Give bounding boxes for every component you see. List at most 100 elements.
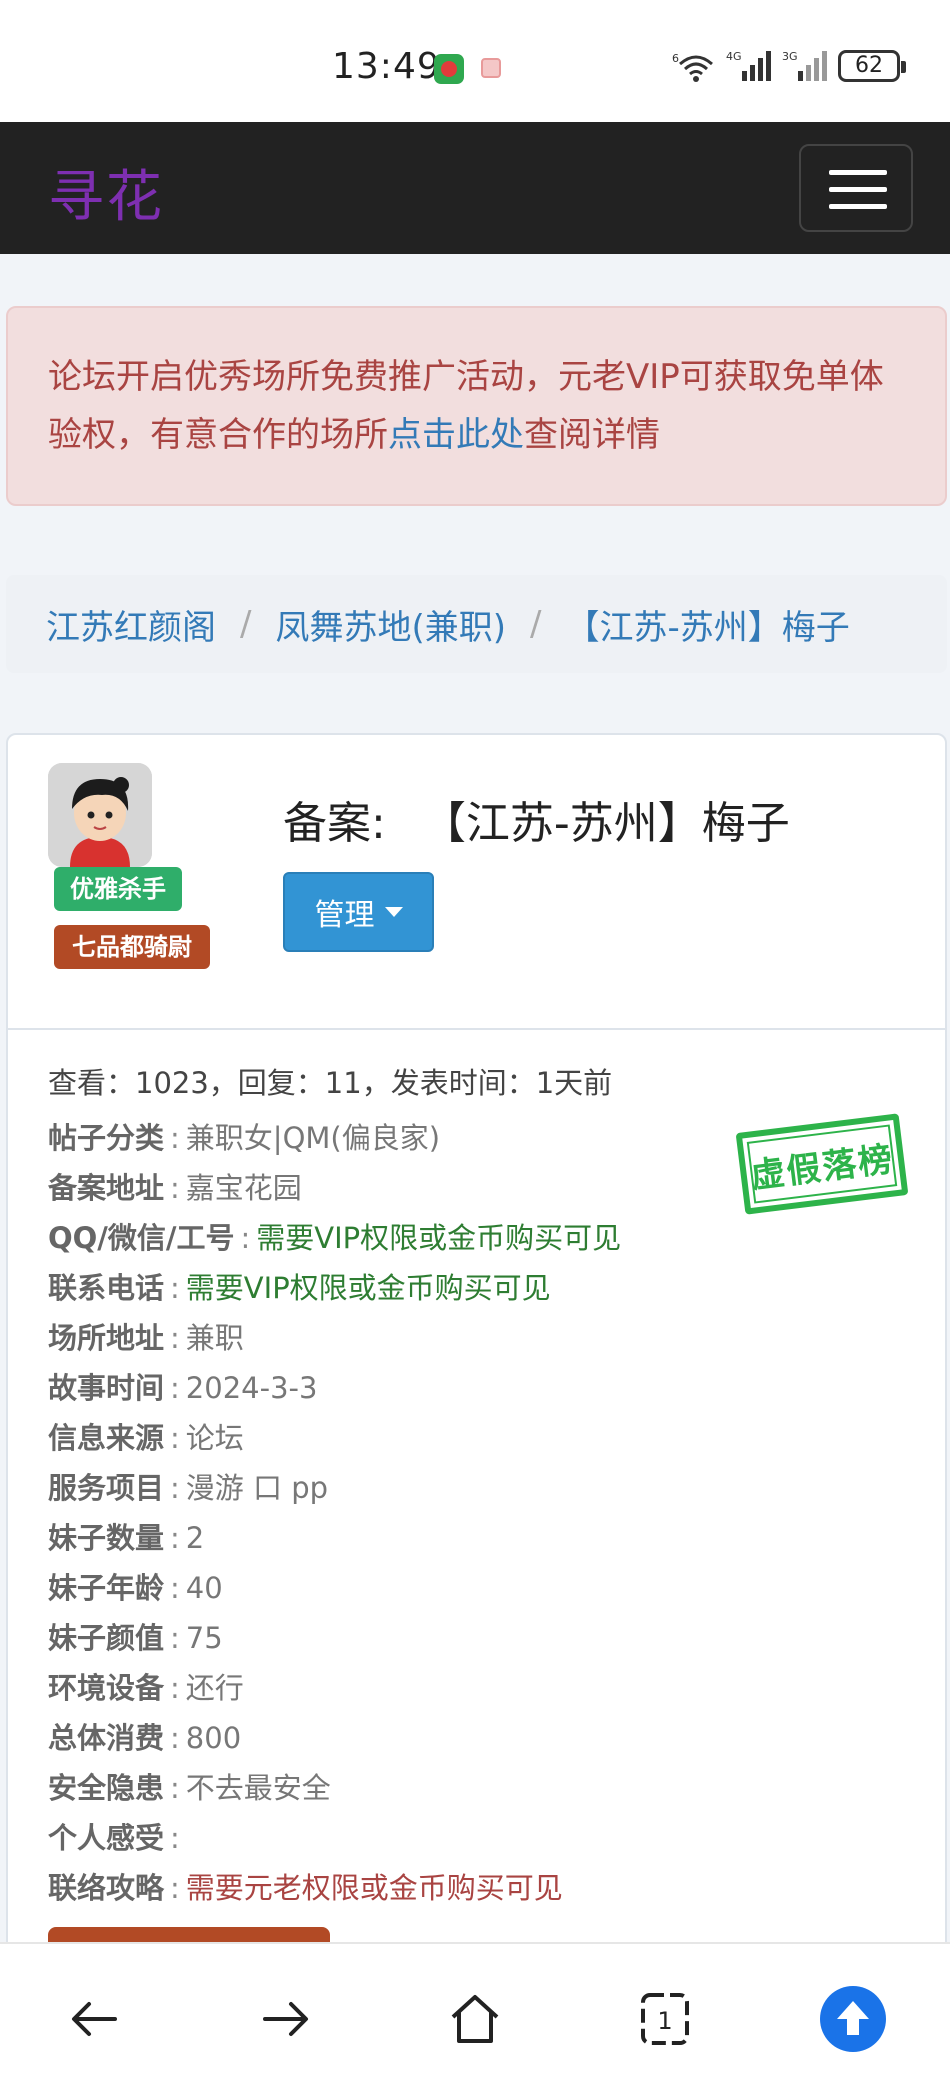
post-header: 优雅杀手 七品都骑尉 备案: 【江苏-苏州】梅子 管理: [8, 735, 945, 1030]
field-key: 场所地址: [48, 1321, 165, 1355]
post-field-row: 总体消费:800: [48, 1713, 908, 1763]
post-field-row: 故事时间:2024-3-3: [48, 1363, 908, 1413]
post-field-row: 服务项目: 漫游 口 pp: [48, 1463, 908, 1513]
post-panel: 优雅杀手 七品都骑尉 备案: 【江苏-苏州】梅子 管理 虚假落榜 查看：1023，…: [6, 733, 947, 2090]
post-field-row: QQ/微信/工号: 需要VIP权限或金币购买可见: [48, 1213, 908, 1263]
hamburger-icon: [829, 170, 887, 175]
field-value: 兼职: [185, 1321, 244, 1355]
field-value: 75: [185, 1621, 223, 1655]
status-indicators: 6 4G 3G 62: [672, 46, 906, 86]
field-separator: :: [170, 1271, 180, 1305]
scroll-top-icon: [837, 2001, 869, 2035]
field-separator: :: [170, 1471, 180, 1505]
field-value: 兼职女|QM(偏良家): [185, 1121, 441, 1155]
field-key: 总体消费: [48, 1721, 165, 1755]
alert-link[interactable]: 点击此处: [388, 415, 524, 455]
field-key: 妹子年龄: [48, 1571, 165, 1605]
caret-down-icon: [384, 907, 403, 917]
field-key: 环境设备: [48, 1671, 165, 1705]
field-key: 安全隐患: [48, 1771, 165, 1805]
navbar: 寻花: [0, 122, 950, 254]
browser-bottom-bar: 1: [0, 1942, 950, 2090]
field-value: 不去最安全: [185, 1771, 331, 1805]
title-label: 备案:: [283, 798, 386, 849]
back-button[interactable]: [60, 1984, 130, 2054]
scroll-top-button[interactable]: [820, 1986, 886, 2052]
field-separator: :: [170, 1671, 180, 1705]
field-key: 联络攻略: [48, 1871, 165, 1905]
field-value: 还行: [185, 1671, 244, 1705]
field-separator: :: [170, 1871, 180, 1905]
post-field-row: 妹子颜值:75: [48, 1613, 908, 1663]
post-field-row: 妹子年龄:40: [48, 1563, 908, 1613]
post-stats: 查看：1023，回复：11，发表时间：1天前: [48, 1066, 613, 1100]
forward-button[interactable]: [250, 1984, 320, 2054]
breadcrumb: 江苏红颜阁 / 凤舞苏地(兼职) / 【江苏-苏州】梅子: [6, 575, 947, 673]
field-key: 妹子数量: [48, 1521, 165, 1555]
app-notification-icon-2: [481, 58, 501, 78]
user-title-badge: 优雅杀手: [54, 867, 182, 911]
field-separator: :: [170, 1171, 180, 1205]
menu-toggle-button[interactable]: [799, 144, 913, 232]
field-key: 帖子分类: [48, 1121, 165, 1155]
svg-text:6: 6: [672, 52, 679, 65]
site-logo[interactable]: 寻花: [48, 152, 164, 233]
field-key: 备案地址: [48, 1171, 165, 1205]
post-field-row: 个人感受:: [48, 1813, 908, 1863]
page-title: 备案: 【江苏-苏州】梅子: [283, 787, 790, 851]
field-separator: :: [170, 1521, 180, 1555]
field-separator: :: [170, 1371, 180, 1405]
manage-dropdown-button[interactable]: 管理: [283, 872, 434, 952]
field-separator: :: [170, 1571, 180, 1605]
field-separator: :: [170, 1621, 180, 1655]
breadcrumb-separator: /: [240, 604, 252, 644]
post-field-row: 联络攻略: 需要元老权限或金币购买可见: [48, 1863, 908, 1913]
field-separator: :: [170, 1121, 180, 1155]
avatar[interactable]: [48, 763, 152, 867]
breadcrumb-item-forum[interactable]: 江苏红颜阁: [46, 600, 216, 649]
alert-text-after: 查阅详情: [524, 415, 660, 455]
field-value: 嘉宝花园: [185, 1171, 302, 1205]
svg-text:4G: 4G: [726, 50, 742, 63]
field-value: 需要VIP权限或金币购买可见: [256, 1221, 622, 1255]
field-key: QQ/微信/工号: [48, 1221, 235, 1255]
post-body: 查看：1023，回复：11，发表时间：1天前 帖子分类: 兼职女|QM(偏良家) 备…: [48, 1063, 908, 1913]
field-value: 800: [185, 1721, 242, 1755]
field-value: 论坛: [185, 1421, 244, 1455]
avatar-image: [48, 763, 152, 867]
back-arrow-icon: [72, 2002, 117, 2036]
post-field-row: 备案地址: 嘉宝花园: [48, 1163, 908, 1213]
title-text: 【江苏-苏州】梅子: [421, 798, 790, 849]
tabs-icon: 1: [641, 1993, 689, 2045]
post-field-row: 妹子数量:2: [48, 1513, 908, 1563]
app-notification-icon: [434, 54, 464, 84]
post-field-row: 信息来源: 论坛: [48, 1413, 908, 1463]
svg-text:3G: 3G: [782, 50, 798, 63]
breadcrumb-item-post[interactable]: 【江苏-苏州】梅子: [565, 600, 849, 649]
field-key: 服务项目: [48, 1471, 165, 1505]
tabs-button[interactable]: 1: [630, 1984, 700, 2054]
post-field-row: 联系电话: 需要VIP权限或金币购买可见: [48, 1263, 908, 1313]
field-key: 联系电话: [48, 1271, 165, 1305]
field-value: 40: [185, 1571, 223, 1605]
promo-alert: 论坛开启优秀场所免费推广活动，元老VIP可获取免单体验权，有意合作的场所点击此处…: [6, 306, 947, 506]
signal-4g-icon: 4G: [726, 50, 771, 81]
field-key: 个人感受: [48, 1821, 165, 1855]
svg-text:1: 1: [657, 2007, 672, 2035]
user-rank-badge: 七品都骑尉: [54, 925, 210, 969]
field-separator: :: [170, 1421, 180, 1455]
breadcrumb-item-board[interactable]: 凤舞苏地(兼职): [275, 600, 506, 649]
field-value: 2: [185, 1521, 205, 1555]
field-separator: :: [170, 1721, 180, 1755]
status-bar: 13:49 6 4G 3G 62: [0, 0, 950, 122]
battery-icon: 62: [838, 50, 906, 82]
field-key: 信息来源: [48, 1421, 165, 1455]
post-field-row: 场所地址: 兼职: [48, 1313, 908, 1363]
status-time: 13:49: [332, 46, 441, 87]
post-field-row: 安全隐患: 不去最安全: [48, 1763, 908, 1813]
home-button[interactable]: [440, 1984, 510, 2054]
breadcrumb-separator: /: [530, 604, 542, 644]
post-field-row: 帖子分类: 兼职女|QM(偏良家): [48, 1113, 908, 1163]
field-key: 妹子颜值: [48, 1621, 165, 1655]
signal-3g-icon: 3G: [782, 50, 827, 81]
